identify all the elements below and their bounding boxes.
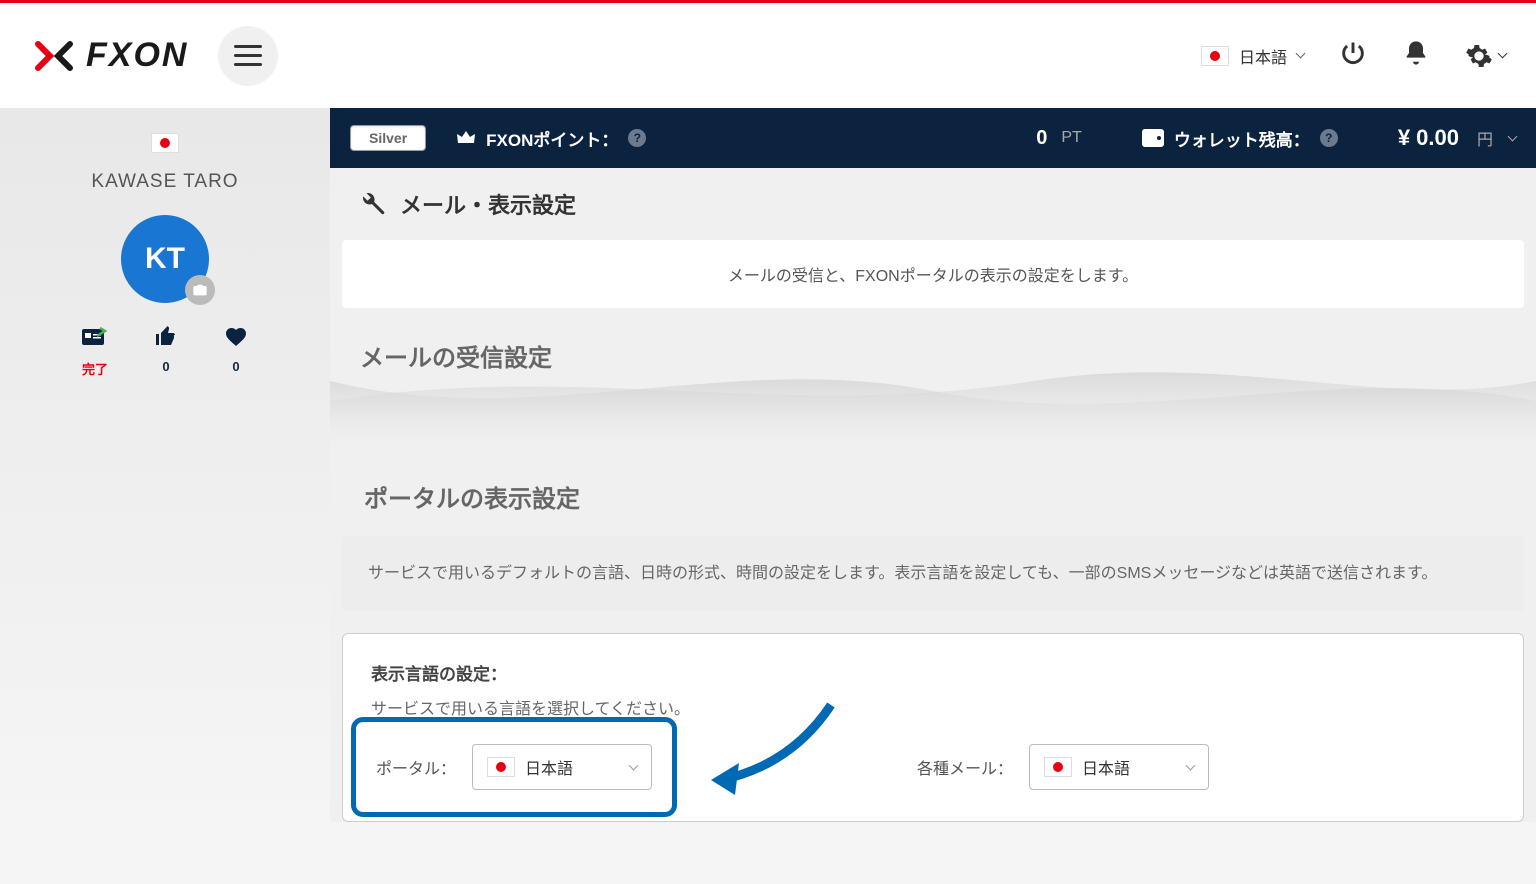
user-flag-icon	[151, 133, 179, 153]
main-header: FXON 日本語	[0, 3, 1536, 108]
gear-icon	[1465, 42, 1493, 70]
mail-language-group: 各種メール： 日本語	[917, 744, 1209, 790]
wallet-label: ウォレット残高：	[1174, 126, 1310, 151]
tier-badge[interactable]: Silver	[350, 125, 426, 151]
stat-fav-value: 0	[232, 359, 239, 374]
heart-icon	[223, 325, 249, 349]
language-selector[interactable]: 日本語	[1201, 44, 1304, 68]
username: KAWASE TARO	[91, 171, 238, 193]
chevron-down-icon	[1296, 49, 1306, 59]
wallet-icon	[1142, 129, 1164, 147]
help-icon[interactable]: ?	[628, 129, 646, 147]
avatar-upload-button[interactable]	[185, 275, 215, 305]
crown-icon	[456, 129, 476, 147]
page-header: メール・表示設定	[330, 168, 1536, 240]
camera-icon	[192, 282, 208, 298]
wallet-display: ウォレット残高： ?	[1142, 126, 1338, 151]
page-description: メールの受信と、FXONポータルの表示の設定をします。	[342, 240, 1524, 308]
flag-jp-icon	[1201, 46, 1229, 66]
points-label: FXONポイント：	[486, 126, 618, 151]
page-title: メール・表示設定	[400, 188, 576, 220]
portal-select-label: ポータル：	[376, 755, 456, 779]
portal-language-group: ポータル： 日本語	[351, 717, 677, 817]
display-language-sublabel: サービスで用いる言語を選択してください。	[371, 695, 1495, 719]
topbar: Silver FXONポイント： ? 0 PT ウォレット残高： ?	[330, 108, 1536, 168]
portal-language-value: 日本語	[525, 755, 620, 779]
mail-select-label: 各種メール：	[917, 755, 1013, 779]
settings-button[interactable]	[1465, 42, 1506, 70]
power-button[interactable]	[1339, 39, 1367, 72]
id-card-icon	[81, 325, 109, 349]
thumbs-up-icon	[154, 325, 178, 349]
mail-language-value: 日本語	[1082, 755, 1177, 779]
display-language-label: 表示言語の設定：	[371, 660, 1495, 685]
logo-text: FXON	[86, 36, 188, 75]
language-settings-box: 表示言語の設定： サービスで用いる言語を選択してください。 ポータル： 日本語	[342, 633, 1524, 822]
flag-jp-icon	[1044, 757, 1072, 777]
notifications-button[interactable]	[1402, 39, 1430, 72]
menu-button[interactable]	[218, 26, 278, 86]
wallet-value: ¥ 0.00	[1398, 125, 1459, 151]
wallet-value-display[interactable]: ¥ 0.00 円	[1398, 125, 1516, 151]
chevron-down-icon	[1508, 131, 1518, 141]
language-label: 日本語	[1239, 44, 1287, 68]
points-value: 0	[1036, 127, 1047, 150]
wrench-icon	[360, 191, 386, 217]
portal-section-description: サービスで用いるデフォルトの言語、日時の形式、時間の設定をします。表示言語を設定…	[342, 536, 1524, 611]
mail-language-select[interactable]: 日本語	[1029, 744, 1209, 790]
annotation-arrow-icon	[701, 695, 851, 805]
logo-icon	[30, 32, 78, 80]
points-display: FXONポイント： ?	[456, 126, 646, 151]
stat-likes-value: 0	[162, 359, 169, 374]
portal-section-title: ポータルの表示設定	[342, 451, 1524, 536]
power-icon	[1339, 39, 1367, 67]
help-icon[interactable]: ?	[1320, 129, 1338, 147]
section-divider-wave	[330, 351, 1536, 451]
chevron-down-icon	[1498, 49, 1508, 59]
flag-jp-icon	[487, 757, 515, 777]
points-unit: PT	[1061, 129, 1081, 147]
bell-icon	[1402, 39, 1430, 67]
portal-language-select[interactable]: 日本語	[472, 744, 652, 790]
sidebar: KAWASE TARO KT 完了	[0, 108, 330, 822]
stat-favorites[interactable]: 0	[223, 325, 249, 378]
points-value-display: 0 PT	[1036, 127, 1082, 150]
avatar-initials: KT	[145, 242, 185, 276]
avatar[interactable]: KT	[121, 215, 209, 303]
stat-likes[interactable]: 0	[154, 325, 178, 378]
stat-verify-label: 完了	[82, 359, 108, 378]
stat-verification[interactable]: 完了	[81, 325, 109, 378]
hamburger-icon	[234, 45, 262, 67]
chevron-down-icon	[1186, 760, 1196, 770]
wallet-unit: 円	[1477, 126, 1493, 150]
chevron-down-icon	[629, 760, 639, 770]
main-content: Silver FXONポイント： ? 0 PT ウォレット残高： ?	[330, 108, 1536, 822]
logo[interactable]: FXON	[30, 32, 188, 80]
